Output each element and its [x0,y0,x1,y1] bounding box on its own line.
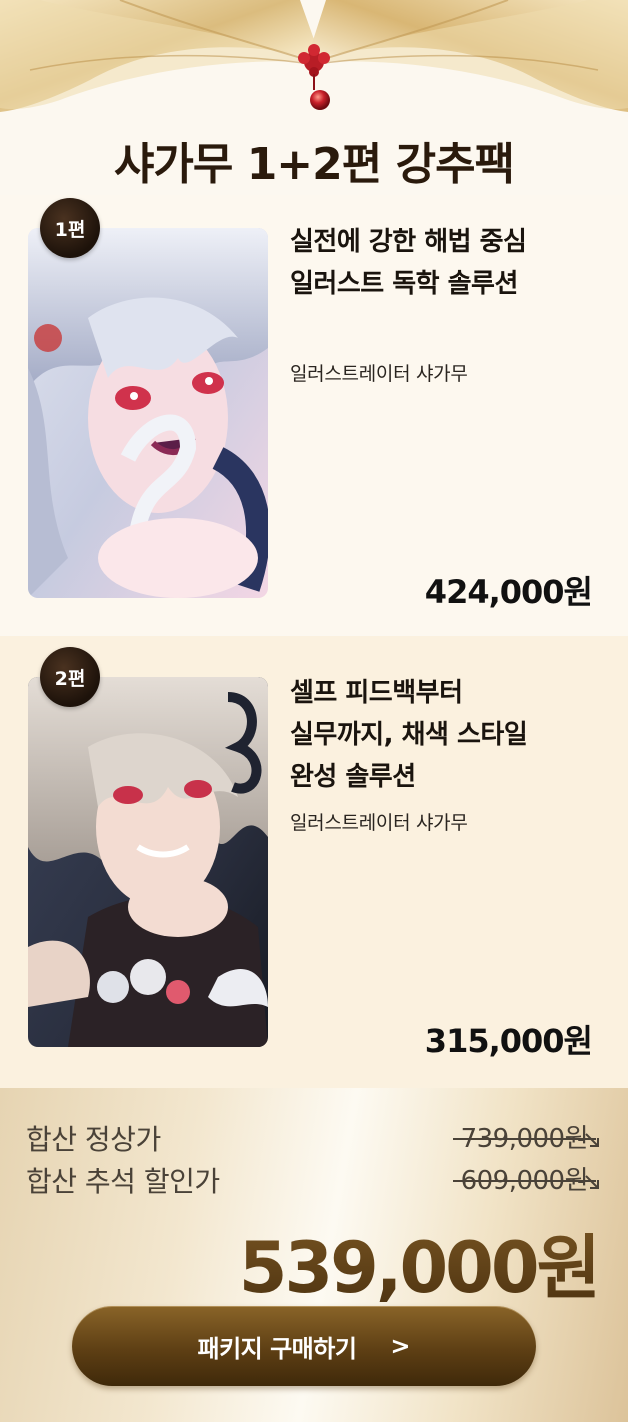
regular-price-value: 739,000원 [452,1118,599,1155]
headline-line: 일러스트 독학 솔루션 [290,269,518,299]
course-1-author: 일러스트레이터 샤가무 [290,363,468,385]
chevron-right-icon: > [390,1332,411,1360]
package-item-2: 2편 셀프 피드백부터 실무까지, 채색 스타일 완성 솔루션 일러스트레이터 … [0,636,628,1088]
headline-line: 셀프 피드백부터 [290,678,463,708]
package-card: 샤가무 1+2편 강추팩 1편 실전에 강한 해법 중심 일러스트 독학 솔루션… [0,0,628,1422]
down-arrow-icon [585,1133,599,1147]
buy-package-label: 패키지 구매하기 [197,1334,357,1363]
ribbon-decoration [0,0,628,120]
gold-ribbon-bow-image [0,0,628,120]
final-price: 539,000원 [239,1212,601,1313]
strikethrough-line [452,1138,596,1140]
grey-haired-character-image [28,677,268,1047]
regular-price-label: 합산 정상가 [26,1123,161,1156]
course-1-illustration [28,228,268,598]
strikethrough-line [452,1180,596,1182]
discount-price-row: 합산 추석 할인가 609,000원 [26,1160,602,1200]
regular-price-row: 합산 정상가 739,000원 [26,1118,602,1158]
episode-badge: 1편 [40,198,100,258]
course-1-price: 424,000원 [424,573,593,611]
course-2-price: 315,000원 [424,1022,593,1060]
course-1-headline: 실전에 강한 해법 중심 일러스트 독학 솔루션 [290,221,610,305]
price-summary: 합산 정상가 739,000원 합산 추석 할인가 609,000원 539,0… [0,1088,628,1422]
headline-line: 실전에 강한 해법 중심 [290,227,527,257]
down-arrow-icon [585,1175,599,1189]
discount-price-label: 합산 추석 할인가 [26,1165,220,1198]
course-2-headline: 셀프 피드백부터 실무까지, 채색 스타일 완성 솔루션 [290,672,610,798]
package-title: 샤가무 1+2편 강추팩 [113,139,515,190]
discount-price-value: 609,000원 [452,1160,599,1197]
buy-package-button[interactable]: 패키지 구매하기 > [72,1306,536,1386]
episode-badge: 2편 [40,647,100,707]
headline-line: 완성 솔루션 [290,762,416,792]
package-item-1: 1편 실전에 강한 해법 중심 일러스트 독학 솔루션 일러스트레이터 샤가무 … [0,195,628,635]
course-2-illustration [28,677,268,1047]
course-2-author: 일러스트레이터 샤가무 [290,812,468,834]
headline-line: 실무까지, 채색 스타일 [290,720,528,750]
silver-haired-character-image [28,228,268,598]
